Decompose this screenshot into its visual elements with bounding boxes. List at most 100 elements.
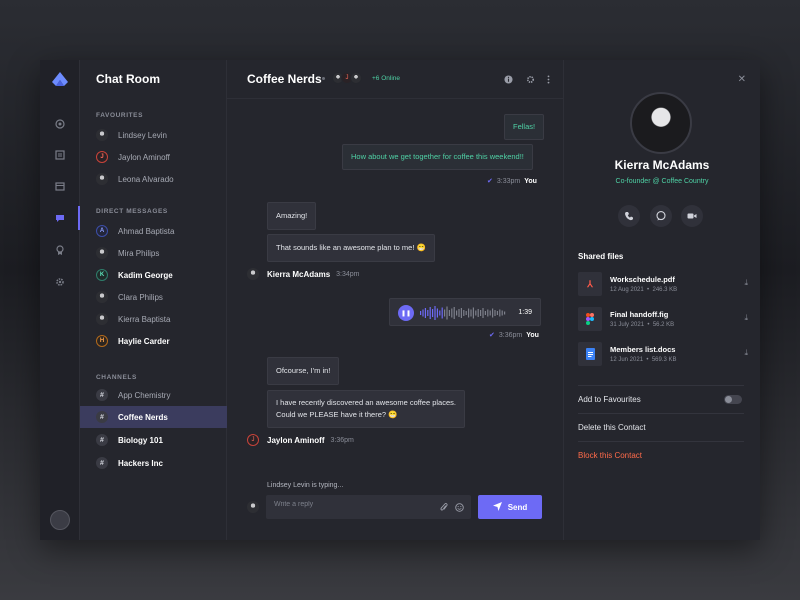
channel-name: App Chemistry — [118, 390, 171, 400]
member-avatars[interactable]: J — [332, 72, 362, 84]
file-size: 246.3 KB — [652, 287, 678, 293]
direct-messages-heading: DIRECT MESSAGES — [96, 208, 168, 215]
video-icon — [687, 213, 697, 219]
attachment-icon[interactable] — [439, 502, 449, 512]
video-call-button[interactable] — [681, 205, 703, 227]
avatar: A — [96, 225, 108, 237]
pdf-icon: ⅄ — [578, 272, 602, 296]
direct-message-item[interactable]: H Haylie Carder — [80, 330, 227, 352]
channel-name: Coffee Nerds — [118, 412, 168, 422]
award-icon[interactable] — [54, 244, 66, 256]
reply-input[interactable] — [274, 501, 424, 508]
avatar — [247, 268, 259, 280]
channel-item[interactable]: # Biology 101 — [80, 429, 227, 451]
send-button[interactable]: Send — [478, 495, 542, 519]
block-contact-button[interactable]: Block this Contact — [578, 441, 744, 469]
favourite-item[interactable]: Leona Alvarado — [80, 168, 227, 190]
calendar-icon[interactable] — [54, 180, 66, 192]
nav-rail — [40, 60, 80, 540]
info-icon[interactable] — [503, 74, 513, 84]
shared-file[interactable]: ⅄ Workschedule.pdf 12 Aug 2021 • 246.3 K… — [578, 272, 748, 302]
file-meta: 12 Aug 2021 • 246.3 KB — [610, 287, 678, 293]
channel-name: Hackers Inc — [118, 458, 163, 468]
composer-avatar — [247, 501, 259, 513]
conversation-sidebar: Chat Room FAVOURITES Lindsey Levin J Jay… — [80, 60, 227, 540]
chat-title: Coffee Nerds — [247, 72, 322, 86]
avatar — [96, 247, 108, 259]
profile-photo — [630, 92, 692, 154]
emoji-icon[interactable] — [454, 502, 464, 512]
avatar — [350, 72, 362, 84]
message-sender: Kierra McAdams 3:34pm — [247, 268, 360, 280]
download-icon[interactable]: ⤓ — [744, 348, 748, 358]
add-to-favourites-row[interactable]: Add to Favourites — [578, 385, 744, 413]
message-time: 3:36pm — [498, 331, 523, 339]
message-author: You — [526, 331, 539, 339]
chat-app-window: Chat Room FAVOURITES Lindsey Levin J Jay… — [40, 60, 760, 540]
direct-message-item[interactable]: Mira Philips — [80, 242, 227, 264]
sender-name: Kierra McAdams — [267, 269, 331, 279]
direct-message-item[interactable]: K Kadim George — [80, 264, 227, 286]
contact-name: Kadim George — [118, 270, 173, 280]
waveform — [420, 306, 506, 320]
file-size: 56.2 KB — [652, 322, 675, 328]
chat-icon[interactable] — [54, 206, 80, 230]
avatar: K — [96, 269, 108, 281]
row-label: Add to Favourites — [578, 395, 641, 404]
message-time: 3:36pm — [330, 436, 354, 444]
typing-indicator: Lindsey Levin is typing... — [267, 482, 344, 489]
close-icon[interactable]: ✕ — [738, 74, 746, 85]
contact-name: Lindsey Levin — [118, 130, 167, 140]
message-time: 3:34pm — [336, 270, 360, 278]
row-label: Block this Contact — [578, 451, 643, 460]
more-vertical-icon[interactable] — [543, 74, 553, 84]
download-icon[interactable]: ⤓ — [744, 313, 748, 323]
direct-message-item[interactable]: Kierra Baptista — [80, 308, 227, 330]
delete-contact-button[interactable]: Delete this Contact — [578, 413, 744, 441]
message-bubble-mine: Fellas! — [504, 114, 545, 140]
app-logo-icon[interactable] — [52, 72, 68, 86]
reply-input-box[interactable] — [266, 495, 471, 519]
shared-file[interactable]: Members list.docs 12 Jun 2021 • 569.3 KB… — [578, 342, 748, 372]
documents-icon[interactable] — [54, 149, 66, 161]
settings-gear-icon[interactable] — [54, 276, 66, 288]
message-meta: ✔ 3:36pm You — [489, 331, 539, 340]
direct-message-item[interactable]: A Ahmad Baptista — [80, 220, 227, 242]
file-size: 569.3 KB — [651, 357, 677, 363]
separator-dot — [322, 77, 325, 80]
hash-icon: # — [96, 457, 108, 469]
dashboard-icon[interactable] — [54, 118, 66, 130]
contact-name: Ahmad Baptista — [118, 226, 175, 236]
message-button[interactable] — [650, 205, 672, 227]
download-icon[interactable]: ⤓ — [744, 278, 748, 288]
current-user-avatar[interactable] — [50, 510, 70, 530]
favourite-toggle[interactable] — [724, 395, 742, 404]
file-date: 31 July 2021 — [610, 322, 645, 328]
shared-file[interactable]: Final handoff.fig 31 July 2021 • 56.2 KB… — [578, 307, 748, 337]
call-button[interactable] — [618, 205, 640, 227]
favourite-item[interactable]: J Jaylon Aminoff — [80, 146, 227, 168]
header-divider — [227, 98, 563, 99]
channel-item-active[interactable]: # Coffee Nerds — [80, 406, 227, 428]
file-date: 12 Aug 2021 — [610, 287, 644, 293]
chat-bubble-icon — [656, 211, 666, 221]
channel-item[interactable]: # Hackers Inc — [80, 452, 227, 474]
favourite-item[interactable]: Lindsey Levin — [80, 124, 227, 146]
contact-name: Leona Alvarado — [118, 174, 174, 184]
message-line: I have recently discovered an awesome co… — [276, 398, 456, 407]
sender-name: Jaylon Aminoff — [267, 435, 325, 445]
file-meta: 31 July 2021 • 56.2 KB — [610, 322, 675, 328]
settings-gear-icon[interactable] — [525, 74, 535, 84]
check-icon: ✔ — [487, 178, 493, 185]
file-name: Workschedule.pdf — [610, 275, 675, 284]
pause-icon[interactable]: ❚❚ — [398, 305, 414, 321]
profile-role: Co-founder @ Coffee Country — [615, 178, 709, 185]
voice-duration: 1:39 — [518, 309, 532, 316]
contact-name: Haylie Carder — [118, 336, 170, 346]
voice-message[interactable]: ❚❚ 1:39 — [389, 298, 541, 326]
contact-name: Kierra Baptista — [118, 314, 171, 324]
channel-item[interactable]: # App Chemistry — [80, 384, 227, 406]
direct-message-item[interactable]: Clara Philips — [80, 286, 227, 308]
avatar — [96, 173, 108, 185]
hash-icon: # — [96, 434, 108, 446]
